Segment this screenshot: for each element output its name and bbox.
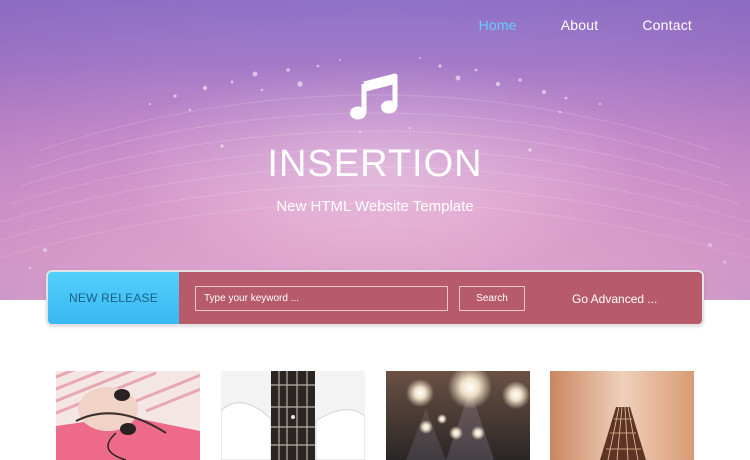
gallery-thumb-headphones[interactable] bbox=[56, 371, 200, 460]
stage-lights-photo-image bbox=[386, 371, 530, 460]
gallery-thumb-bass-guitar[interactable] bbox=[221, 371, 365, 460]
main-nav: Home About Contact bbox=[435, 16, 692, 34]
site-subtitle: New HTML Website Template bbox=[276, 198, 474, 215]
site-title: INSERTION bbox=[267, 143, 483, 185]
search-bar: NEW RELEASE Search Go Advanced ... bbox=[46, 270, 704, 326]
gallery-thumb-guitar-neck[interactable] bbox=[550, 371, 694, 460]
nav-contact-link[interactable]: Contact bbox=[642, 16, 692, 34]
bass-guitar-photo-image bbox=[221, 371, 365, 460]
keyword-search-input[interactable] bbox=[195, 286, 448, 311]
search-panel: Search Go Advanced ... bbox=[179, 272, 702, 324]
nav-home-link[interactable]: Home bbox=[479, 16, 517, 34]
search-button[interactable]: Search bbox=[459, 286, 525, 311]
go-advanced-link[interactable]: Go Advanced ... bbox=[572, 292, 657, 306]
gallery-thumb-stage-lights[interactable] bbox=[386, 371, 530, 460]
guitar-neck-photo-image bbox=[550, 371, 694, 460]
music-note-icon bbox=[350, 73, 398, 120]
nav-about-link[interactable]: About bbox=[561, 16, 599, 34]
headphones-photo-image bbox=[56, 371, 200, 460]
new-release-tab[interactable]: NEW RELEASE bbox=[48, 272, 179, 324]
